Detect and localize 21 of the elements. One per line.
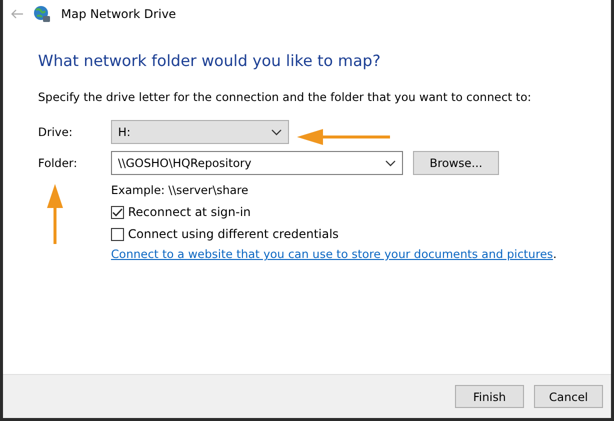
folder-combo-field[interactable]: \\GOSHO\HQRepository — [111, 151, 403, 175]
window-title: Map Network Drive — [61, 7, 176, 21]
drive-dropdown[interactable]: H: — [111, 120, 289, 144]
arrow-drawing — [47, 184, 63, 244]
globe-icon — [33, 5, 51, 23]
browse-button[interactable]: Browse... — [413, 151, 499, 175]
example-text: Example: \\server\share — [111, 183, 250, 197]
dialog-button[interactable]: Finish — [455, 385, 524, 408]
folder-label: Folder: — [38, 156, 78, 170]
chevron-icon — [385, 160, 396, 166]
instruction-text: Specify the drive letter for the connection and the folder that you want to connect to: — [38, 90, 532, 104]
website-link[interactable]: Connect to a website that you can use to store your documents and pictures — [111, 247, 554, 261]
heading: What network folder would you like to map? — [38, 52, 382, 70]
chevron-icon — [271, 128, 282, 136]
checkbox[interactable] — [111, 228, 124, 240]
checkbox-label: Reconnect at sign-in — [128, 205, 251, 219]
checkbox-label: Connect using different credentials — [128, 227, 339, 241]
dialog-button[interactable]: Cancel — [534, 385, 603, 408]
checkbox[interactable] — [111, 206, 124, 218]
drive-label: Drive: — [38, 125, 74, 139]
link-sentence: Connect to a website that you can use to store your documents and pictures. — [111, 247, 558, 261]
